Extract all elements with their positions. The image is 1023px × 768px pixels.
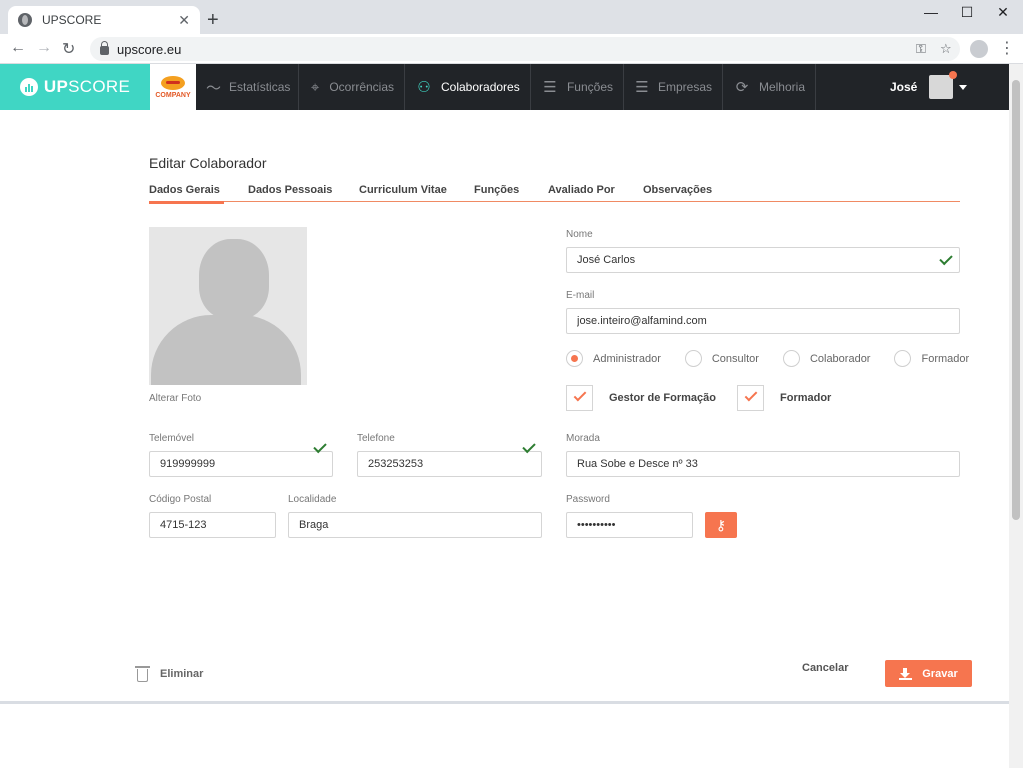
users-icon: ⚇ xyxy=(417,79,431,96)
radio-formador[interactable] xyxy=(894,350,912,367)
user-menu[interactable]: José xyxy=(890,64,968,110)
radio-consultor[interactable] xyxy=(684,350,702,367)
browser-tabbar: UPSCORE ✕ + — ☐ ✕ xyxy=(0,0,1023,34)
morada-label: Morada xyxy=(566,433,600,444)
localidade-input[interactable] xyxy=(288,512,542,538)
profile-photo xyxy=(149,227,307,385)
telefone-label: Telefone xyxy=(357,433,395,444)
lock-icon xyxy=(100,40,109,55)
refresh-icon: ⟳ xyxy=(735,79,749,96)
nome-input[interactable] xyxy=(566,247,960,273)
nav-empresas[interactable]: ☰ Empresas xyxy=(624,64,723,110)
checkbox-label-gestor-formacao: Gestor de Formação xyxy=(609,392,716,404)
radio-label-administrador: Administrador xyxy=(593,352,661,365)
close-tab-icon[interactable]: ✕ xyxy=(178,12,190,29)
tab-avaliado-por[interactable]: Avaliado Por xyxy=(548,184,615,196)
target-icon: ⌖ xyxy=(310,78,320,96)
browser-tab-title: UPSCORE xyxy=(42,13,102,27)
company-label: COMPANY xyxy=(155,91,191,99)
cancel-button[interactable]: Cancelar xyxy=(802,662,848,674)
brand-text: UPSCORE xyxy=(43,77,131,96)
companies-icon: ☰ xyxy=(635,79,649,96)
codigo-postal-input[interactable] xyxy=(149,512,276,538)
app-header: UPSCORE COMPANY 〜 Estatísticas ⌖ Ocorrên… xyxy=(0,64,1023,110)
checkbox-label-formador: Formador xyxy=(780,392,832,404)
role-radio-group: Administrador Consultor Colaborador Form… xyxy=(566,350,993,367)
chart-line-icon: 〜 xyxy=(206,79,222,97)
trash-icon[interactable] xyxy=(135,666,150,682)
codigo-postal-label: Código Postal xyxy=(149,494,212,505)
key-icon: ⚷ xyxy=(715,516,727,533)
radio-colaborador[interactable] xyxy=(782,350,800,367)
form-tabs: Dados Gerais Dados Pessoais Curriculum V… xyxy=(149,184,960,204)
download-icon xyxy=(899,667,913,680)
chevron-down-icon xyxy=(959,84,968,90)
minimize-icon[interactable]: — xyxy=(921,4,941,20)
maximize-icon[interactable]: ☐ xyxy=(957,4,977,21)
password-label: Password xyxy=(566,494,610,505)
page-title: Editar Colaborador xyxy=(149,155,267,171)
radio-label-formador: Formador xyxy=(921,352,970,365)
omnibox[interactable]: upscore.eu ⚿ ☆ xyxy=(90,37,960,61)
page-scrollbar[interactable] xyxy=(1009,64,1023,768)
key-icon[interactable]: ⚿ xyxy=(916,41,926,57)
new-tab-icon[interactable]: + xyxy=(207,9,219,31)
company-logo[interactable]: COMPANY xyxy=(150,64,196,110)
nav-colaboradores[interactable]: ⚇ Colaboradores xyxy=(405,64,531,110)
radio-label-consultor: Consultor xyxy=(711,352,759,365)
telemovel-label: Telemóvel xyxy=(149,433,195,444)
address-bar: ← → ↻ upscore.eu ⚿ ☆ xyxy=(0,34,1023,64)
telefone-input[interactable] xyxy=(357,451,542,477)
tab-dados-gerais[interactable]: Dados Gerais xyxy=(149,184,224,204)
checkbox-formador[interactable] xyxy=(737,385,764,411)
radio-administrador[interactable] xyxy=(566,350,583,367)
nome-label: Nome xyxy=(566,229,593,240)
user-name: José xyxy=(890,80,918,94)
reload-icon[interactable]: ↻ xyxy=(62,39,75,59)
divider xyxy=(0,701,1009,704)
scrollbar-thumb[interactable] xyxy=(1012,80,1020,520)
nav-ocorrencias[interactable]: ⌖ Ocorrências xyxy=(299,64,405,110)
telemovel-input[interactable] xyxy=(149,451,333,477)
nav-melhoria[interactable]: ⟳ Melhoria xyxy=(723,64,816,110)
browser-tab[interactable]: UPSCORE ✕ xyxy=(8,6,200,34)
star-icon[interactable]: ☆ xyxy=(940,41,952,57)
logo-mark-icon xyxy=(19,78,38,96)
avatar-placeholder-icon xyxy=(199,239,269,319)
back-icon[interactable]: ← xyxy=(10,39,26,57)
avatar xyxy=(929,71,958,99)
brand-logo[interactable]: UPSCORE xyxy=(0,64,150,110)
localidade-label: Localidade xyxy=(288,494,337,505)
checkbox-gestor-formacao[interactable] xyxy=(566,385,593,411)
forward-icon[interactable]: → xyxy=(36,39,52,57)
save-button[interactable]: Gravar xyxy=(885,660,972,687)
company-logo-icon xyxy=(161,75,185,90)
email-label: E-mail xyxy=(566,290,595,301)
tab-dados-pessoais[interactable]: Dados Pessoais xyxy=(248,184,332,196)
change-photo-link[interactable]: Alterar Foto xyxy=(149,393,201,404)
url-text: upscore.eu xyxy=(117,41,182,57)
checkmark-icon xyxy=(573,388,587,402)
email-input[interactable] xyxy=(566,308,960,334)
main-nav: 〜 Estatísticas ⌖ Ocorrências ⚇ Colaborad… xyxy=(196,64,816,110)
browser-menu-icon[interactable]: ⋮ xyxy=(999,38,1015,58)
radio-label-colaborador: Colaborador xyxy=(809,352,871,365)
tab-curriculum-vitae[interactable]: Curriculum Vitae xyxy=(359,184,447,196)
nav-estatisticas[interactable]: 〜 Estatísticas xyxy=(196,64,299,110)
browser-profile-icon[interactable] xyxy=(970,40,988,58)
nav-funcoes[interactable]: ☰ Funções xyxy=(531,64,624,110)
close-window-icon[interactable]: ✕ xyxy=(993,4,1013,21)
morada-input[interactable] xyxy=(566,451,960,477)
roles-icon: ☰ xyxy=(543,79,557,96)
tab-funcoes[interactable]: Funções xyxy=(474,184,519,196)
globe-icon xyxy=(18,13,32,27)
tab-observacoes[interactable]: Observações xyxy=(643,184,712,196)
checkmark-icon xyxy=(744,388,758,402)
save-button-label: Gravar xyxy=(922,667,958,680)
delete-button[interactable]: Eliminar xyxy=(160,668,203,680)
notification-dot xyxy=(949,71,958,79)
change-password-button[interactable]: ⚷ xyxy=(705,512,737,538)
password-input[interactable] xyxy=(566,512,693,538)
